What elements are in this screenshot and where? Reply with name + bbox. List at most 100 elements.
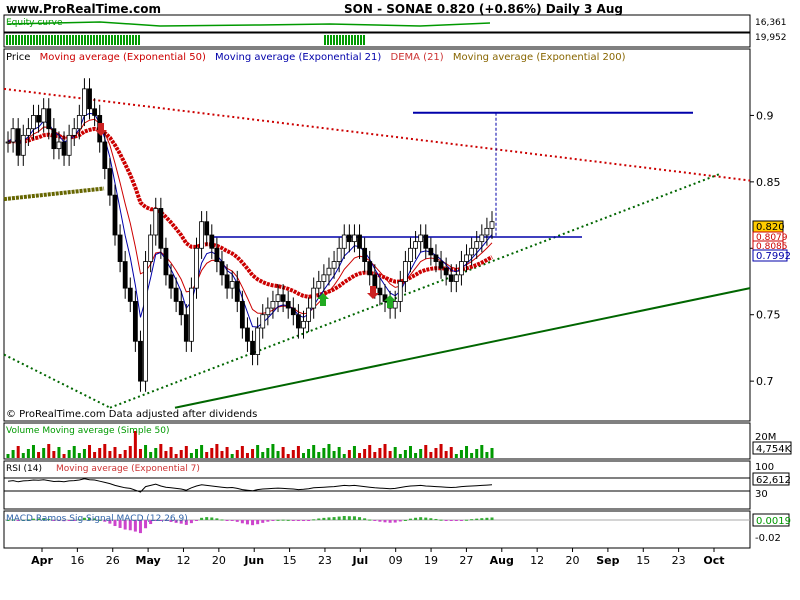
volume-tick-top: 20M — [755, 432, 776, 443]
candle-body — [31, 115, 36, 130]
equity-bar — [201, 35, 203, 45]
equity-bar — [216, 35, 218, 45]
candle-body — [285, 301, 291, 309]
equity-bar — [9, 35, 11, 45]
candle-body — [153, 208, 159, 236]
volume-bar — [26, 449, 30, 458]
candle-body — [219, 261, 225, 276]
equity-bar — [45, 35, 47, 45]
candle-body — [275, 294, 281, 302]
candle-body — [469, 247, 475, 256]
equity-bar — [195, 35, 197, 45]
legend-ema50: Moving average (Exponential 50) — [39, 52, 206, 63]
equity-bar — [330, 35, 332, 45]
equity-bar — [183, 35, 185, 45]
macd-bar — [271, 520, 275, 521]
rsi-tick-30: 30 — [755, 489, 768, 500]
x-tick-label: Jun — [243, 554, 264, 567]
candle-body — [87, 88, 92, 110]
equity-bar — [78, 35, 80, 45]
y-tick-label: 0.7 — [756, 375, 774, 388]
candle-body — [117, 234, 123, 262]
volume-bar — [358, 453, 362, 458]
macd-bar — [470, 519, 474, 521]
macd-bar — [388, 520, 392, 523]
equity-bar — [321, 35, 323, 45]
equity-bar — [279, 35, 281, 45]
equity-bar — [24, 35, 26, 45]
volume-bar — [312, 445, 316, 458]
volume-bar — [301, 453, 305, 458]
equity-bar — [120, 35, 122, 45]
x-tick-label: 12 — [176, 554, 190, 567]
equity-bar — [111, 35, 113, 45]
equity-bar — [66, 35, 68, 45]
equity-bar — [57, 35, 59, 45]
equity-bar — [105, 35, 107, 45]
candle-body — [474, 241, 480, 249]
volume-bar — [103, 444, 107, 458]
volume-bar — [408, 446, 412, 458]
macd-bar — [490, 517, 494, 520]
equity-bar — [249, 35, 251, 45]
equity-bar — [360, 35, 362, 45]
volume-bar — [123, 450, 127, 458]
volume-bar — [67, 450, 71, 458]
equity-bar — [75, 35, 77, 45]
volume-bar — [368, 445, 372, 458]
equity-bar — [324, 35, 326, 45]
volume-bar — [485, 452, 489, 458]
equity-bar — [333, 35, 335, 45]
macd-bar — [368, 519, 372, 521]
equity-bar — [153, 35, 155, 45]
equity-bar — [363, 35, 365, 45]
macd-bar — [459, 520, 463, 521]
equity-bar — [273, 35, 275, 45]
equity-bar — [204, 35, 206, 45]
macd-label: MACD Ramos Sig Signal MACD (12,26,9) — [6, 514, 188, 524]
x-tick-label: 15 — [636, 554, 650, 567]
volume-bar — [429, 452, 433, 458]
volume-bar — [210, 448, 214, 458]
equity-bar — [318, 35, 320, 45]
candle-body — [112, 194, 118, 236]
macd-bar — [205, 517, 209, 520]
equity-bar — [282, 35, 284, 45]
volume-bar — [424, 445, 428, 458]
candle-body — [479, 234, 485, 243]
equity-bar — [306, 35, 308, 45]
x-tick-label: 15 — [283, 554, 297, 567]
equity-bar — [81, 35, 83, 45]
candle-body — [459, 261, 464, 276]
candle-body — [352, 234, 357, 243]
volume-bar — [245, 453, 249, 458]
volume-bar — [317, 452, 321, 458]
equity-bar — [354, 35, 356, 45]
equity-bar — [342, 35, 344, 45]
volume-bar — [93, 452, 97, 458]
candle-body — [489, 221, 495, 229]
equity-bar — [351, 35, 353, 45]
volume-bar — [363, 449, 367, 458]
x-tick-label: 20 — [212, 554, 226, 567]
equity-bar — [123, 35, 125, 45]
volume-bar — [220, 451, 224, 458]
macd-bar — [347, 516, 351, 520]
equity-bar — [291, 35, 293, 45]
volume-bar — [128, 446, 132, 458]
macd-bar — [195, 520, 199, 521]
macd-bar — [296, 520, 300, 521]
volume-bar — [195, 449, 199, 458]
candle-body — [413, 241, 418, 249]
candle-body — [423, 234, 429, 249]
volume-bar — [179, 450, 183, 458]
x-tick-label: 12 — [530, 554, 544, 567]
volume-bar — [205, 452, 209, 458]
legend-price: Price — [6, 52, 31, 63]
equity-bar — [276, 35, 278, 45]
candle-body — [316, 281, 322, 289]
candle-body — [107, 168, 113, 196]
candle-body — [448, 274, 454, 282]
volume-bar — [16, 446, 20, 458]
macd-bar — [480, 518, 484, 520]
